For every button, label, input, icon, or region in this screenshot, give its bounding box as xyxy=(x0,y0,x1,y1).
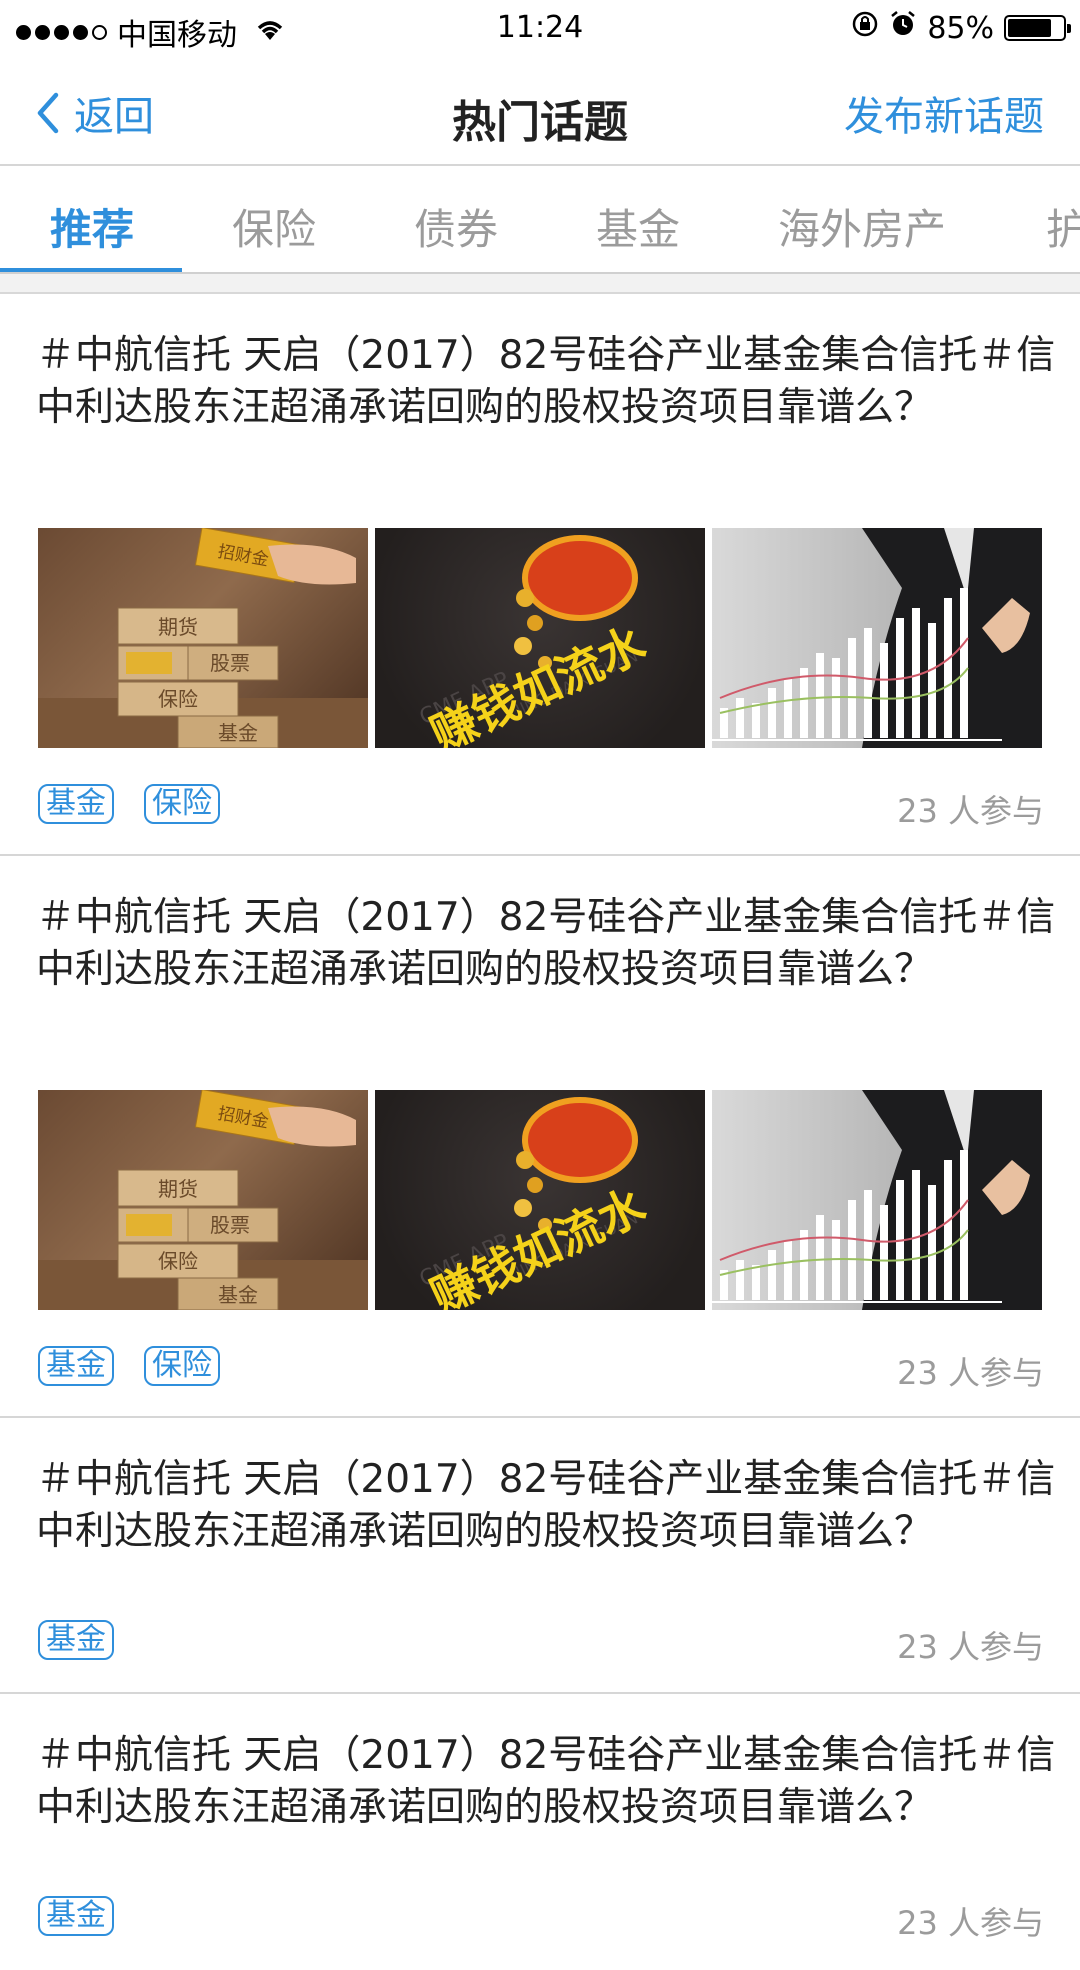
tab-funds[interactable]: 基金 xyxy=(596,196,680,257)
topic-images: 期货 股票 保险 基金 招财金 CMF APP JING DA XI SUAN … xyxy=(38,528,1042,748)
topic-list: ＃中航信托 天启（2017）82号硅谷产业基金集合信托＃信中利达股东汪超涌承诺回… xyxy=(0,294,1080,1970)
tag-insurance[interactable]: 保险 xyxy=(144,1346,220,1386)
tag-insurance[interactable]: 保险 xyxy=(144,784,220,824)
topic-tags: 基金 xyxy=(38,1896,114,1936)
topic-card[interactable]: ＃中航信托 天启（2017）82号硅谷产业基金集合信托＃信中利达股东汪超涌承诺回… xyxy=(0,1418,1080,1694)
chevron-left-icon xyxy=(37,92,59,134)
topic-card[interactable]: ＃中航信托 天启（2017）82号硅谷产业基金集合信托＃信中利达股东汪超涌承诺回… xyxy=(0,1694,1080,1970)
tab-active-indicator xyxy=(0,268,182,272)
block-label: 保险 xyxy=(158,687,198,711)
block-label: 期货 xyxy=(158,615,198,639)
category-tabs: 推荐 保险 债券 基金 海外房产 护 xyxy=(0,166,1080,274)
nav-bar: 返回 热门话题 发布新话题 xyxy=(0,56,1080,166)
tag-fund[interactable]: 基金 xyxy=(38,784,114,824)
battery-percent: 85% xyxy=(927,10,994,46)
topic-images: 期货 股票 保险 基金 招财金 CMF APP JING DA XI SUAN … xyxy=(38,1090,1042,1310)
slogan-text: 赚钱如流水 xyxy=(422,1178,654,1310)
new-topic-button[interactable]: 发布新话题 xyxy=(844,84,1044,142)
topic-card[interactable]: ＃中航信托 天启（2017）82号硅谷产业基金集合信托＃信中利达股东汪超涌承诺回… xyxy=(0,294,1080,856)
tab-insurance[interactable]: 保险 xyxy=(232,196,316,257)
tag-fund[interactable]: 基金 xyxy=(38,1346,114,1386)
topic-image-money[interactable]: CMF APP JING DA XI SUAN 赚钱如流水 xyxy=(375,1090,705,1310)
topic-title[interactable]: ＃中航信托 天启（2017）82号硅谷产业基金集合信托＃信中利达股东汪超涌承诺回… xyxy=(36,892,1056,996)
topic-image-money[interactable]: CMF APP JING DA XI SUAN 赚钱如流水 xyxy=(375,528,705,748)
topic-title[interactable]: ＃中航信托 天启（2017）82号硅谷产业基金集合信托＃信中利达股东汪超涌承诺回… xyxy=(36,330,1056,434)
tag-fund[interactable]: 基金 xyxy=(38,1620,114,1660)
topic-title[interactable]: ＃中航信托 天启（2017）82号硅谷产业基金集合信托＃信中利达股东汪超涌承诺回… xyxy=(36,1454,1056,1558)
tab-truncated[interactable]: 护 xyxy=(1046,196,1080,257)
topic-tags: 基金 保险 xyxy=(38,1346,220,1386)
back-button[interactable]: 返回 xyxy=(36,84,154,142)
battery-icon xyxy=(1004,15,1071,41)
participant-count: 23 人参与 xyxy=(897,1904,1044,1942)
block-label: 股票 xyxy=(210,651,250,675)
participant-count: 23 人参与 xyxy=(897,1628,1044,1666)
topic-tags: 基金 保险 xyxy=(38,784,220,824)
alarm-icon xyxy=(889,10,917,46)
topic-image-chart[interactable] xyxy=(712,1090,1042,1310)
tab-recommended[interactable]: 推荐 xyxy=(50,196,134,257)
block-label: 基金 xyxy=(218,1283,258,1307)
tab-overseas-property[interactable]: 海外房产 xyxy=(778,196,946,257)
tag-fund[interactable]: 基金 xyxy=(38,1896,114,1936)
block-label: 期货 xyxy=(158,1177,198,1201)
status-right: 85% xyxy=(851,10,1071,46)
participant-count: 23 人参与 xyxy=(897,792,1044,830)
back-label: 返回 xyxy=(74,94,154,140)
topic-tags: 基金 xyxy=(38,1620,114,1660)
topic-card[interactable]: ＃中航信托 天启（2017）82号硅谷产业基金集合信托＃信中利达股东汪超涌承诺回… xyxy=(0,856,1080,1418)
participant-count: 23 人参与 xyxy=(897,1354,1044,1392)
topic-title[interactable]: ＃中航信托 天启（2017）82号硅谷产业基金集合信托＃信中利达股东汪超涌承诺回… xyxy=(36,1730,1056,1834)
topic-image-blocks[interactable]: 期货 股票 保险 基金 招财金 xyxy=(38,1090,368,1310)
topic-image-chart[interactable] xyxy=(712,528,1042,748)
slogan-text: 赚钱如流水 xyxy=(422,616,654,748)
topic-image-blocks[interactable]: 期货 股票 保险 基金 招财金 xyxy=(38,528,368,748)
block-label: 基金 xyxy=(218,721,258,745)
orientation-lock-icon xyxy=(851,10,879,46)
status-bar: 中国移动 11:24 85% xyxy=(0,0,1080,56)
block-label: 股票 xyxy=(210,1213,250,1237)
section-divider xyxy=(0,274,1080,294)
tab-bonds[interactable]: 债券 xyxy=(414,196,498,257)
block-label: 保险 xyxy=(158,1249,198,1273)
